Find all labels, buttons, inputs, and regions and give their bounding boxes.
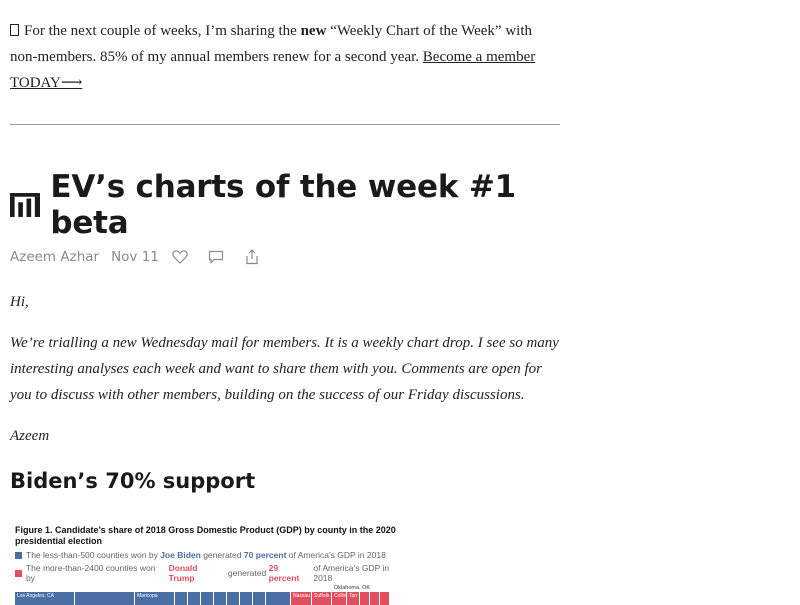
comment-icon[interactable] [207, 249, 225, 265]
author-link[interactable]: Azeem Azhar [10, 249, 99, 265]
legend-name: Donald Trump [168, 563, 198, 583]
legend-text: generated [203, 550, 242, 560]
county-strip: Los Angeles, CA Maricopa Nassau Suffolk … [15, 592, 410, 605]
legend-trump: The more-than-2400 counties won by Donal… [15, 563, 410, 583]
legend-text: of America’s GDP in 2018 [313, 563, 390, 583]
post-container: For the next couple of weeks, I’m sharin… [10, 0, 560, 605]
county-segment-collin: Collin [332, 592, 347, 605]
legend-biden: The less-than-500 counties won by Joe Bi… [15, 550, 410, 560]
legend-swatch-blue [15, 551, 22, 559]
promo-banner: For the next couple of weeks, I’m sharin… [10, 18, 560, 96]
legend-text: generated [227, 568, 267, 578]
emoji-glyph-icon [10, 24, 19, 36]
county-segment [370, 592, 380, 605]
county-segment-nassau: Nassau [291, 592, 312, 605]
signoff: Azeem [10, 428, 50, 444]
county-segment [201, 592, 214, 605]
legend-text: The more-than-2400 counties won by [25, 563, 156, 583]
county-segment-suffolk: Suffolk [312, 592, 332, 605]
post-date: Nov 11 [111, 249, 159, 265]
intro-paragraph: We’re trialling a new Wednesday mail for… [10, 335, 559, 403]
county-segment [380, 592, 390, 605]
county-segment [175, 592, 188, 605]
gdp-figure: Figure 1. Candidate’s share of 2018 Gros… [15, 525, 410, 605]
promo-text-before: For the next couple of weeks, I’m sharin… [24, 23, 301, 39]
county-segment-tarrant: Tarr [347, 592, 360, 605]
post-meta: Azeem Azhar Nov 11 [10, 249, 560, 265]
county-segment [188, 592, 201, 605]
legend-pct: 70 percent [243, 550, 287, 560]
figure-title: Figure 1. Candidate’s share of 2018 Gros… [15, 525, 396, 546]
county-segment [214, 592, 227, 605]
county-treemap: Oklahoma, OK Los Angeles, CA Maricopa Na… [15, 585, 410, 605]
county-segment [227, 592, 240, 605]
heart-icon[interactable] [171, 249, 189, 265]
share-icon[interactable] [243, 249, 261, 265]
county-segment-maricopa: Maricopa [135, 592, 175, 605]
legend-text: The less-than-500 counties won by [26, 550, 158, 560]
county-segment [360, 592, 370, 605]
bar-chart-icon [10, 193, 41, 217]
legend-swatch-red [15, 569, 22, 577]
county-segment-la: Los Angeles, CA [15, 592, 75, 605]
legend-pct: 29 percent [268, 563, 300, 583]
divider [10, 124, 560, 125]
section-heading: Biden’s 70% support [10, 469, 256, 493]
county-segment [266, 592, 291, 605]
post-title: EV’s charts of the week #1 beta [50, 169, 516, 241]
promo-bold-new: new [300, 23, 327, 39]
label-oklahoma: Oklahoma, OK [334, 585, 371, 591]
county-segment [240, 592, 253, 605]
legend-name: Joe Biden [160, 550, 201, 560]
legend-text: of America’s GDP in 2018 [288, 550, 386, 560]
county-segment [75, 592, 135, 605]
greeting: Hi, [10, 294, 29, 310]
county-segment [253, 592, 266, 605]
post-title-row: EV’s charts of the week #1 beta [10, 169, 560, 241]
